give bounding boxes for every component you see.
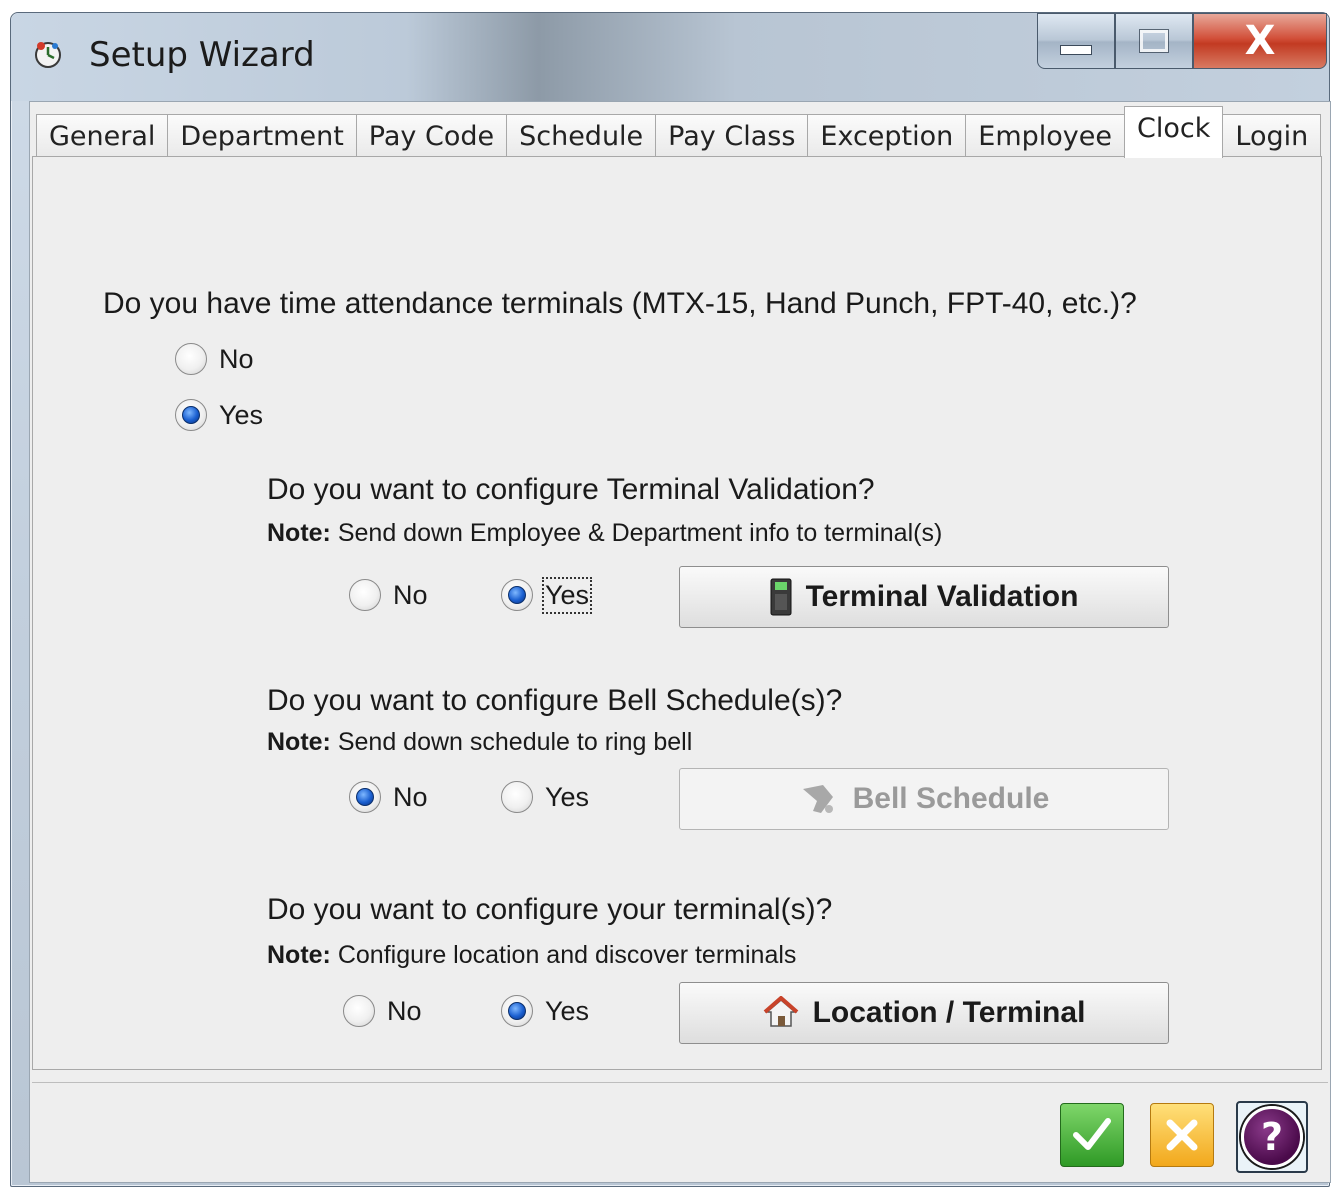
clock-app-icon bbox=[35, 42, 61, 68]
title-bar[interactable]: Setup Wizard X bbox=[11, 13, 1329, 101]
tab-strip: General Department Pay Code Schedule Pay… bbox=[36, 106, 1322, 158]
terminals-yes-radio[interactable]: Yes bbox=[175, 399, 263, 431]
radio-label: Yes bbox=[541, 576, 593, 614]
cancel-button[interactable] bbox=[1150, 1103, 1214, 1167]
minimize-button[interactable] bbox=[1037, 13, 1115, 69]
validation-no-radio[interactable]: No bbox=[349, 579, 428, 611]
radio-label: Yes bbox=[545, 995, 590, 1026]
terminal-config-question: Do you want to configure your terminal(s… bbox=[267, 893, 833, 926]
note-text: Send down Employee & Department info to … bbox=[330, 519, 943, 547]
radio-label: Yes bbox=[219, 399, 264, 430]
radio-circle bbox=[343, 995, 375, 1027]
bell-no-radio[interactable]: No bbox=[349, 781, 428, 813]
window-title: Setup Wizard bbox=[89, 35, 315, 75]
terminal-config-no-radio[interactable]: No bbox=[343, 995, 422, 1027]
radio-label: No bbox=[393, 579, 428, 610]
ok-button[interactable] bbox=[1060, 1103, 1124, 1167]
close-icon: X bbox=[1244, 18, 1276, 64]
location-terminal-button[interactable]: Location / Terminal bbox=[679, 982, 1169, 1044]
terminal-config-note: Note: Configure location and discover te… bbox=[267, 941, 796, 970]
close-button[interactable]: X bbox=[1193, 13, 1327, 69]
button-label: Bell Schedule bbox=[852, 782, 1050, 815]
note-text: Configure location and discover terminal… bbox=[330, 941, 797, 969]
terminal-device-icon bbox=[770, 578, 792, 616]
note-text: Send down schedule to ring bell bbox=[330, 728, 693, 756]
tab-general[interactable]: General bbox=[36, 114, 169, 158]
button-label: Location / Terminal bbox=[812, 996, 1086, 1029]
help-button[interactable]: ? bbox=[1236, 1101, 1308, 1173]
radio-label: No bbox=[387, 995, 422, 1026]
radio-circle bbox=[349, 579, 381, 611]
radio-circle-selected bbox=[501, 995, 533, 1027]
bell-icon bbox=[799, 781, 839, 817]
radio-circle bbox=[175, 343, 207, 375]
bell-question: Do you want to configure Bell Schedule(s… bbox=[267, 684, 843, 717]
radio-circle-selected bbox=[349, 781, 381, 813]
note-label: Note: bbox=[267, 519, 331, 547]
bell-schedule-button[interactable]: Bell Schedule bbox=[679, 768, 1169, 830]
validation-yes-radio[interactable]: Yes bbox=[501, 576, 593, 614]
client-area: General Department Pay Code Schedule Pay… bbox=[29, 101, 1331, 1183]
radio-circle-selected bbox=[501, 579, 533, 611]
button-label: Terminal Validation bbox=[805, 580, 1079, 613]
tab-exception[interactable]: Exception bbox=[807, 114, 967, 158]
tab-pay-code[interactable]: Pay Code bbox=[355, 114, 508, 158]
setup-wizard-window: Setup Wizard X General Department Pay Co… bbox=[10, 12, 1331, 1187]
note-label: Note: bbox=[267, 941, 331, 969]
terminals-no-radio[interactable]: No bbox=[175, 343, 254, 375]
checkmark-icon bbox=[1073, 1118, 1111, 1150]
tab-schedule[interactable]: Schedule bbox=[506, 114, 657, 158]
radio-circle-selected bbox=[175, 399, 207, 431]
tab-employee[interactable]: Employee bbox=[965, 114, 1126, 158]
terminal-config-yes-radio[interactable]: Yes bbox=[501, 995, 589, 1027]
tab-pay-class[interactable]: Pay Class bbox=[655, 114, 809, 158]
footer-bar: ? bbox=[32, 1082, 1328, 1181]
bell-note: Note: Send down schedule to ring bell bbox=[267, 728, 692, 757]
maximize-icon bbox=[1139, 29, 1169, 53]
maximize-button[interactable] bbox=[1115, 13, 1193, 69]
x-icon bbox=[1166, 1119, 1198, 1151]
validation-note: Note: Send down Employee & Department in… bbox=[267, 519, 942, 548]
window-controls: X bbox=[1037, 13, 1327, 71]
minimize-icon bbox=[1060, 45, 1092, 55]
tab-login[interactable]: Login bbox=[1222, 114, 1322, 158]
radio-label: No bbox=[219, 343, 254, 374]
location-house-icon bbox=[763, 996, 799, 1030]
radio-label: Yes bbox=[545, 781, 590, 812]
radio-circle bbox=[501, 781, 533, 813]
radio-label: No bbox=[393, 781, 428, 812]
terminals-question: Do you have time attendance terminals (M… bbox=[103, 287, 1137, 320]
help-icon: ? bbox=[1241, 1106, 1303, 1168]
validation-question: Do you want to configure Terminal Valida… bbox=[267, 473, 875, 506]
tab-department[interactable]: Department bbox=[167, 114, 357, 158]
note-label: Note: bbox=[267, 728, 331, 756]
terminal-validation-button[interactable]: Terminal Validation bbox=[679, 566, 1169, 628]
clock-tab-panel: Do you have time attendance terminals (M… bbox=[32, 156, 1322, 1070]
tab-clock[interactable]: Clock bbox=[1124, 106, 1224, 158]
bell-yes-radio[interactable]: Yes bbox=[501, 781, 589, 813]
